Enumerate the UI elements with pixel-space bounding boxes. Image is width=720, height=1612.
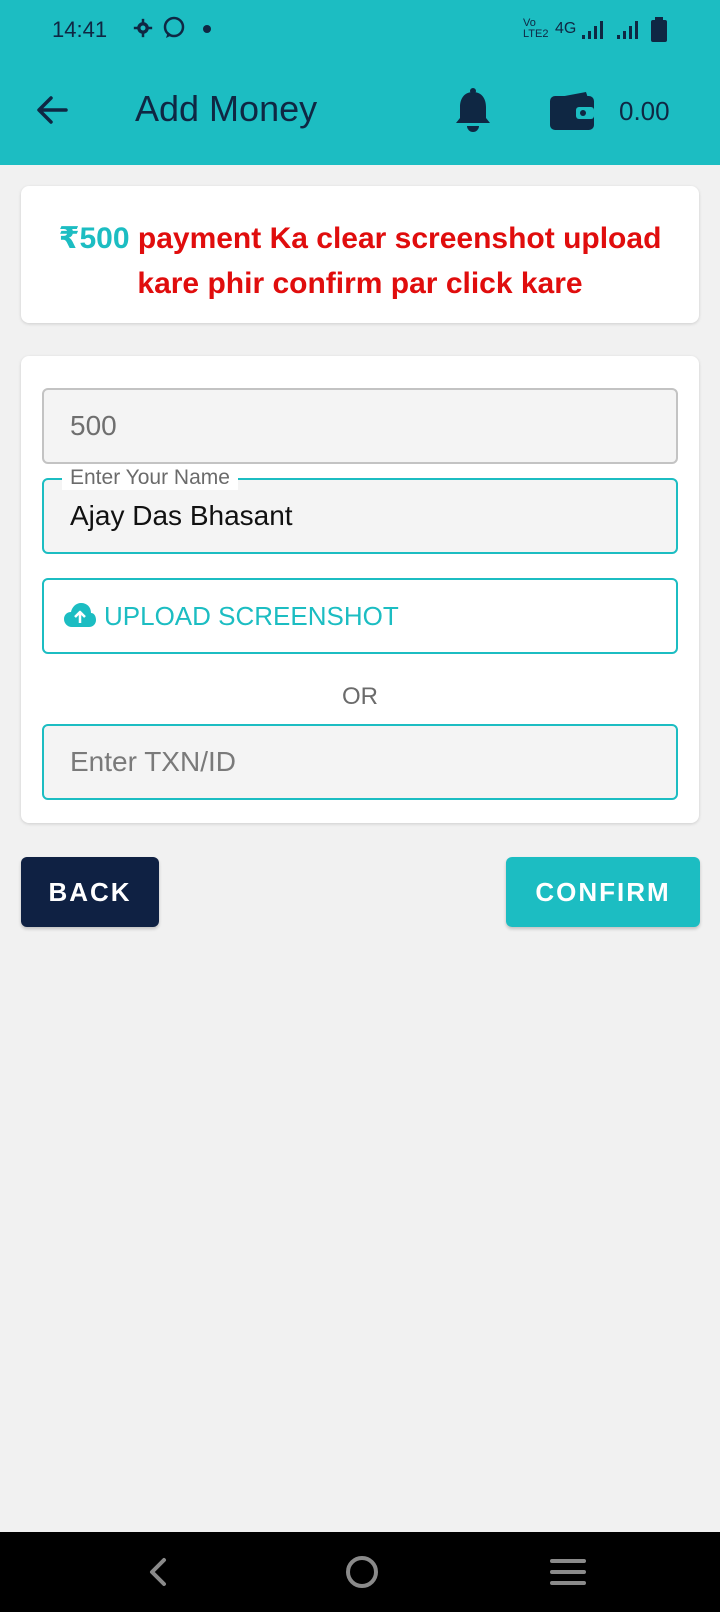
- txn-id-input[interactable]: Enter TXN/ID: [42, 724, 678, 800]
- name-field-value: Ajay Das Bhasant: [70, 500, 293, 531]
- wallet-icon[interactable]: [550, 92, 594, 130]
- notice-amount: ₹500: [58, 222, 130, 255]
- nav-home-icon[interactable]: [342, 1552, 382, 1592]
- whatsapp-icon: [163, 16, 185, 38]
- page-title: Add Money: [135, 88, 318, 129]
- battery-icon: [651, 17, 667, 42]
- back-button[interactable]: BACK: [21, 857, 159, 927]
- or-divider: OR: [342, 683, 378, 710]
- header: 14:41 Vo LTE2 4G Add Money 0.00: [0, 0, 720, 165]
- signal-icon-2: [617, 21, 638, 39]
- volte-indicator: Vo LTE2: [523, 17, 549, 40]
- name-field[interactable]: Enter Your Name Ajay Das Bhasant: [42, 466, 678, 554]
- system-nav-bar: [0, 1532, 720, 1612]
- upload-screenshot-button[interactable]: UPLOAD SCREENSHOT: [42, 578, 678, 654]
- amount-field[interactable]: 500: [42, 388, 678, 464]
- status-bar: 14:41 Vo LTE2 4G: [0, 0, 720, 62]
- bell-icon[interactable]: [452, 88, 494, 134]
- back-arrow-icon[interactable]: [34, 92, 70, 128]
- upload-label: UPLOAD SCREENSHOT: [104, 600, 399, 631]
- network-type: 4G: [555, 20, 577, 37]
- confirm-button[interactable]: CONFIRM: [506, 857, 700, 927]
- signal-icon-1: [582, 21, 603, 39]
- name-field-label: Enter Your Name: [62, 466, 238, 490]
- cloud-upload-icon: [64, 603, 96, 627]
- wallet-balance: 0.00: [619, 96, 670, 126]
- settings-icon: [133, 18, 153, 38]
- app-bar: Add Money 0.00: [0, 62, 720, 165]
- nav-back-icon[interactable]: [138, 1552, 178, 1592]
- form-card: 500 Enter Your Name Ajay Das Bhasant UPL…: [21, 356, 699, 823]
- notice-message: payment Ka clear screenshot upload kare …: [129, 222, 662, 300]
- nav-menu-icon[interactable]: [548, 1552, 588, 1592]
- notice-card: ₹500 payment Ka clear screenshot upload …: [21, 186, 699, 323]
- status-time: 14:41: [52, 17, 108, 42]
- notification-dot-icon: [203, 25, 211, 33]
